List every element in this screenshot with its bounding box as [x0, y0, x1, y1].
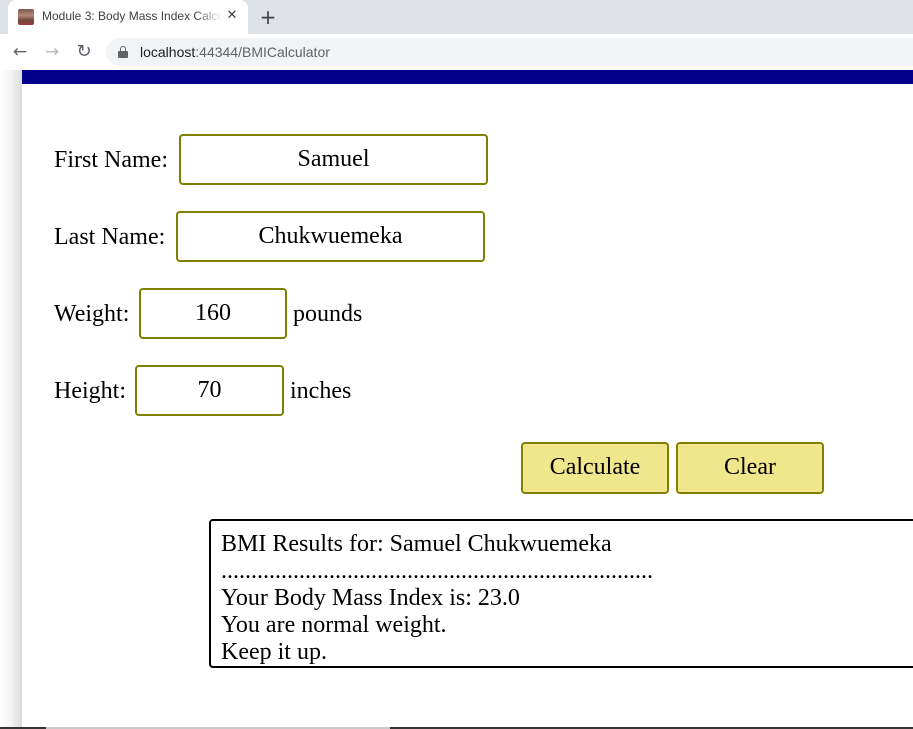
url-host: localhost — [140, 44, 196, 60]
bmi-value-line: Your Body Mass Index is: 23.0 — [221, 585, 520, 611]
results-heading: BMI Results for: Samuel Chukwuemeka — [221, 531, 612, 557]
new-tab-icon[interactable]: + — [256, 5, 280, 29]
height-input[interactable] — [135, 365, 284, 416]
first-name-label: First Name: — [54, 147, 168, 173]
height-label: Height: — [54, 378, 126, 404]
weight-input[interactable] — [139, 288, 287, 339]
page-left-shadow — [0, 70, 22, 729]
weight-label: Weight: — [54, 301, 130, 327]
last-name-label: Last Name: — [54, 224, 166, 250]
url-path: :44344/BMICalculator — [195, 44, 330, 60]
first-name-input[interactable] — [179, 134, 488, 185]
results-divider: ........................................… — [221, 558, 653, 584]
last-name-input[interactable] — [176, 211, 485, 262]
close-icon[interactable]: ✕ — [223, 7, 241, 25]
browser-tab[interactable]: Module 3: Body Mass Index Calculator ✕ — [8, 0, 248, 34]
weight-unit: pounds — [293, 301, 363, 327]
weight-category-line: You are normal weight. — [221, 612, 447, 638]
lock-icon[interactable] — [118, 46, 128, 58]
header-bar — [22, 70, 913, 84]
address-bar[interactable]: localhost:44344/BMICalculator — [106, 38, 913, 66]
clear-button[interactable]: Clear — [676, 442, 824, 494]
reload-icon[interactable]: ↻ — [72, 40, 96, 64]
calculate-button[interactable]: Calculate — [521, 442, 669, 494]
back-arrow-icon[interactable]: ← — [8, 40, 32, 64]
tab-title: Module 3: Body Mass Index Calculator — [42, 9, 222, 23]
advice-line: Keep it up. — [221, 639, 327, 665]
browser-toolbar: ← → ↻ localhost:44344/BMICalculator — [0, 34, 913, 70]
profile-photo-icon — [18, 9, 34, 25]
tab-strip: Module 3: Body Mass Index Calculator ✕ + — [0, 0, 913, 34]
height-unit: inches — [290, 378, 352, 404]
bmi-calculator-page: First Name: Last Name: Weight: pounds He… — [22, 70, 913, 729]
url-text[interactable]: localhost:44344/BMICalculator — [140, 44, 330, 60]
results-panel: BMI Results for: Samuel Chukwuemeka ....… — [209, 519, 913, 668]
forward-arrow-icon[interactable]: → — [40, 40, 64, 64]
